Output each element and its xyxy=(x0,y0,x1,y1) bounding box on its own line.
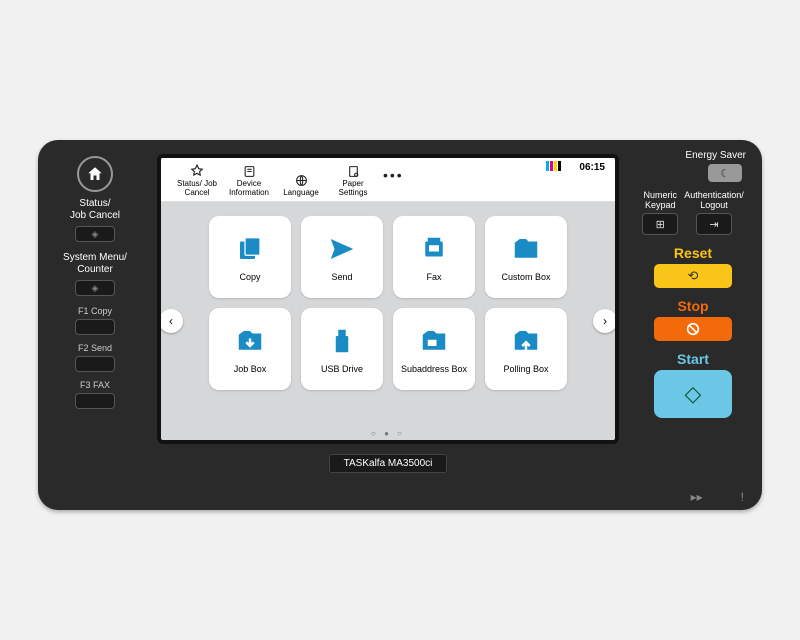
stop-label: Stop xyxy=(634,298,752,314)
tile-subaddress-box[interactable]: Subaddress Box xyxy=(393,308,475,390)
stop-icon xyxy=(685,321,701,337)
f1-button[interactable] xyxy=(75,319,115,335)
tile-copy[interactable]: Copy xyxy=(209,216,291,298)
home-icon xyxy=(86,165,104,183)
home-button[interactable] xyxy=(77,156,113,192)
auth-logout-label: Authentication/ Logout xyxy=(684,190,744,210)
start-label: Start xyxy=(634,351,752,367)
control-panel: Status/ Job Cancel ◈ System Menu/ Counte… xyxy=(38,140,762,510)
indicator-lights: ▸▸! xyxy=(691,490,744,504)
copy-icon xyxy=(235,234,265,264)
keypad-icon: ⊞ xyxy=(656,218,665,231)
f3-label: F3 FAX xyxy=(50,380,140,390)
numeric-keypad-label: Numeric Keypad xyxy=(642,190,678,210)
logout-icon: ⇥ xyxy=(709,218,718,231)
f1-label: F1 Copy xyxy=(50,306,140,316)
moon-icon: ☾ xyxy=(720,167,730,180)
f2-label: F2 Send xyxy=(50,343,140,353)
tile-job-box[interactable]: Job Box xyxy=(209,308,291,390)
tile-fax[interactable]: Fax xyxy=(393,216,475,298)
left-hardkey-column: Status/ Job Cancel ◈ System Menu/ Counte… xyxy=(38,140,148,510)
usb-drive-icon xyxy=(327,326,357,356)
start-icon: ◇ xyxy=(685,381,702,407)
reset-button[interactable]: ⟲ xyxy=(654,264,732,288)
f3-button[interactable] xyxy=(75,393,115,409)
model-label: TASKalfa MA3500ci xyxy=(329,454,448,473)
status-bar: 06:15 Status/ Job Cancel Device Informat… xyxy=(161,158,615,202)
tile-polling-box[interactable]: Polling Box xyxy=(485,308,567,390)
stop-button[interactable] xyxy=(654,317,732,341)
paper-settings-icon xyxy=(347,165,360,178)
touchscreen: 06:15 Status/ Job Cancel Device Informat… xyxy=(157,154,619,444)
sb-status-jobcancel[interactable]: Status/ Job Cancel xyxy=(171,163,223,197)
status-jobcancel-button[interactable]: ◈ xyxy=(75,226,115,242)
systemmenu-counter-button[interactable]: ◈ xyxy=(75,280,115,296)
toner-indicator-icon xyxy=(546,161,561,171)
more-menu-button[interactable]: ••• xyxy=(379,167,404,183)
job-box-icon xyxy=(235,326,265,356)
device-info-icon xyxy=(243,165,256,178)
tile-usb-drive[interactable]: USB Drive xyxy=(301,308,383,390)
page-prev-button[interactable]: ‹ xyxy=(159,309,183,333)
reset-label: Reset xyxy=(634,245,752,261)
page-next-button[interactable]: › xyxy=(593,309,617,333)
auth-logout-button[interactable]: ⇥ xyxy=(696,213,732,235)
tile-custom-box[interactable]: Custom Box xyxy=(485,216,567,298)
send-icon xyxy=(327,234,357,264)
clock: 06:15 xyxy=(579,162,605,173)
subaddress-box-icon xyxy=(419,326,449,356)
status-jobcancel-label: Status/ Job Cancel xyxy=(50,198,140,222)
page-indicator: ○ ● ○ xyxy=(371,429,405,438)
sb-paper-settings[interactable]: Paper Settings xyxy=(327,163,379,197)
f2-button[interactable] xyxy=(75,356,115,372)
status-icon xyxy=(190,164,204,178)
sb-language[interactable]: Language xyxy=(275,172,327,197)
language-icon xyxy=(295,174,308,187)
start-button[interactable]: ◇ xyxy=(654,370,732,418)
energy-saver-button[interactable]: ☾ xyxy=(708,164,742,182)
right-hardkey-column: Energy Saver ☾ Numeric Keypad ⊞ Authenti… xyxy=(628,140,762,510)
app-grid: ‹ › Copy Send Fax xyxy=(161,202,615,440)
polling-box-icon xyxy=(511,326,541,356)
custom-box-icon xyxy=(511,234,541,264)
systemmenu-counter-label: System Menu/ Counter xyxy=(50,252,140,276)
energy-saver-label: Energy Saver xyxy=(634,150,746,161)
tile-send[interactable]: Send xyxy=(301,216,383,298)
numeric-keypad-button[interactable]: ⊞ xyxy=(642,213,678,235)
sb-device-info[interactable]: Device Information xyxy=(223,163,275,197)
fax-icon xyxy=(419,234,449,264)
